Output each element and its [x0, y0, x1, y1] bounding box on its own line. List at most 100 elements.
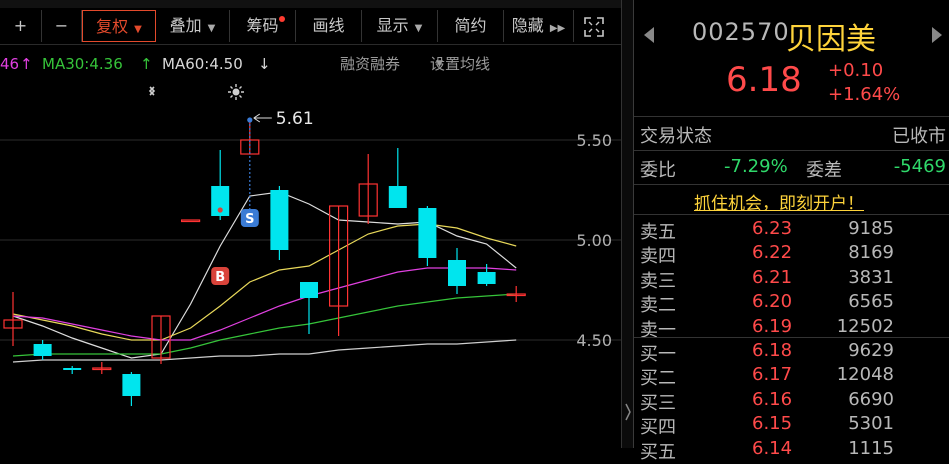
zoom-out-button[interactable]: −	[42, 10, 82, 42]
weibi-label: 委比	[640, 160, 676, 181]
bids-level-label: 买四	[640, 417, 676, 439]
buy-signal-dot	[217, 207, 223, 213]
price-change-pct: +1.64%	[828, 84, 901, 105]
candlestick-chart[interactable]: 5.50 5.00 4.50 5.61 S B	[0, 80, 621, 448]
bids-row[interactable]: 买二 6.17 12048	[634, 364, 949, 390]
fq-adjust-label: 复权	[96, 17, 129, 36]
y-tick-label: 5.50	[576, 131, 612, 150]
bids-row[interactable]: 买五 6.14 1115	[634, 438, 949, 463]
chevron-down-icon: ▼	[414, 23, 423, 34]
markers-layer	[148, 84, 244, 100]
chart-toolbar: + − 复权 ▼ 叠加 ▼ 筹码 画线 显示 ▼ 简约 隐藏 ▶▶	[0, 10, 621, 42]
asks-row[interactable]: 卖四 6.22 8169	[634, 242, 949, 268]
candle-body-up	[181, 219, 201, 223]
hide-label: 隐藏	[511, 16, 544, 35]
double-chevron-updown-icon	[148, 86, 156, 96]
bids-row[interactable]: 买一 6.18 9629	[634, 340, 949, 365]
high-price-label: 5.61	[276, 109, 314, 129]
y-tick-label: 4.50	[576, 331, 612, 350]
margin-trading-link[interactable]: 融资融券	[340, 52, 400, 76]
asks-row[interactable]: 卖三 6.21 3831	[634, 266, 949, 292]
zoom-in-button[interactable]: +	[0, 10, 42, 42]
bids-volume: 6690	[848, 388, 894, 410]
chips-button[interactable]: 筹码	[230, 10, 296, 42]
bids-level-label: 买五	[640, 441, 676, 463]
chevron-down-icon: ▼	[207, 23, 216, 34]
toolbar-separator	[0, 44, 621, 45]
separator	[634, 150, 949, 151]
trade-status-label: 交易状态	[640, 126, 712, 147]
bids-level-label: 买三	[640, 392, 676, 414]
display-label: 显示	[376, 16, 409, 35]
asks-volume: 6565	[848, 291, 894, 313]
asks-row[interactable]: 卖二 6.20 6565	[634, 291, 949, 317]
draw-line-label: 画线	[312, 16, 345, 35]
sun-icon	[228, 84, 244, 100]
asks-price: 6.21	[752, 266, 793, 288]
price-change: +0.10	[828, 60, 884, 81]
bids-volume: 5301	[848, 413, 894, 435]
fq-adjust-button[interactable]: 复权 ▼	[82, 10, 156, 42]
zoom-in-label: +	[13, 16, 28, 35]
asks-volume: 9185	[848, 218, 894, 239]
overlay-button[interactable]: 叠加 ▼	[156, 10, 230, 42]
weicha-label: 委差	[806, 160, 842, 181]
asks-volume: 3831	[848, 266, 894, 288]
grid-layer	[0, 139, 621, 341]
next-stock-icon[interactable]	[930, 26, 944, 44]
bids-volume: 12048	[836, 364, 894, 386]
bids-level-label: 买二	[640, 368, 676, 390]
double-chevron-right-icon: ▶▶	[549, 23, 566, 34]
kline-chart-panel[interactable]: + − 复权 ▼ 叠加 ▼ 筹码 画线 显示 ▼ 简约 隐藏 ▶▶ 46 ↑ MA30:…	[0, 0, 621, 448]
fullscreen-icon	[584, 16, 604, 37]
bids-row[interactable]: 买四 6.15 5301	[634, 413, 949, 439]
candle-body-down	[300, 282, 318, 298]
ma60-value: MA60:4.50	[162, 55, 243, 73]
ma-line	[12, 267, 517, 341]
asks-volume: 8169	[848, 242, 894, 264]
bids-price: 6.18	[752, 340, 793, 361]
weibi-value: -7.29%	[724, 156, 788, 177]
buy-marker-label: B	[215, 270, 225, 285]
candle-body-down	[270, 190, 289, 250]
asks-volume: 12502	[836, 315, 894, 337]
candle-body-down	[63, 368, 82, 370]
bids-price: 6.17	[752, 364, 793, 386]
asks-price: 6.19	[752, 315, 793, 337]
signal-dot	[247, 117, 253, 123]
weicha-value: -5469	[893, 156, 946, 177]
up-arrow-icon: ↑	[140, 55, 153, 73]
separator	[634, 184, 949, 185]
bids-price: 6.15	[752, 413, 793, 435]
bids-row[interactable]: 买三 6.16 6690	[634, 388, 949, 414]
notification-dot-icon	[279, 16, 285, 22]
fullscreen-button[interactable]	[574, 10, 614, 42]
asks-level-label: 卖二	[640, 295, 676, 317]
trade-status-value: 已收市	[892, 126, 946, 147]
candle-body-down	[33, 344, 52, 356]
separator	[634, 337, 949, 338]
ma-line	[12, 293, 517, 357]
candle-body-down	[122, 374, 141, 396]
chevron-down-icon: ▼	[134, 24, 142, 35]
last-price: 6.18	[726, 60, 802, 100]
chevron-down-icon: ▼	[436, 59, 443, 69]
asks-price: 6.23	[752, 218, 793, 239]
ma-lines-layer	[12, 191, 517, 363]
open-account-link[interactable]: 抓住机会，即刻开户！	[694, 189, 864, 214]
asks-row[interactable]: 卖五 6.23 9185	[634, 218, 949, 243]
bids-volume: 9629	[848, 340, 894, 361]
candle-body-down	[388, 186, 407, 208]
asks-level-label: 卖四	[640, 246, 676, 268]
display-button[interactable]: 显示 ▼	[362, 10, 438, 42]
asks-row[interactable]: 卖一 6.19 12502	[634, 315, 949, 341]
sell-marker-label: S	[245, 212, 254, 227]
hide-button[interactable]: 隐藏 ▶▶	[504, 10, 574, 42]
chips-label: 筹码	[246, 16, 279, 35]
separator	[634, 214, 949, 215]
top-strip	[0, 0, 621, 8]
draw-line-button[interactable]: 画线	[296, 10, 362, 42]
prev-stock-icon[interactable]	[642, 26, 656, 44]
down-arrow-icon: ↓	[258, 55, 271, 73]
simple-mode-button[interactable]: 简约	[438, 10, 504, 42]
